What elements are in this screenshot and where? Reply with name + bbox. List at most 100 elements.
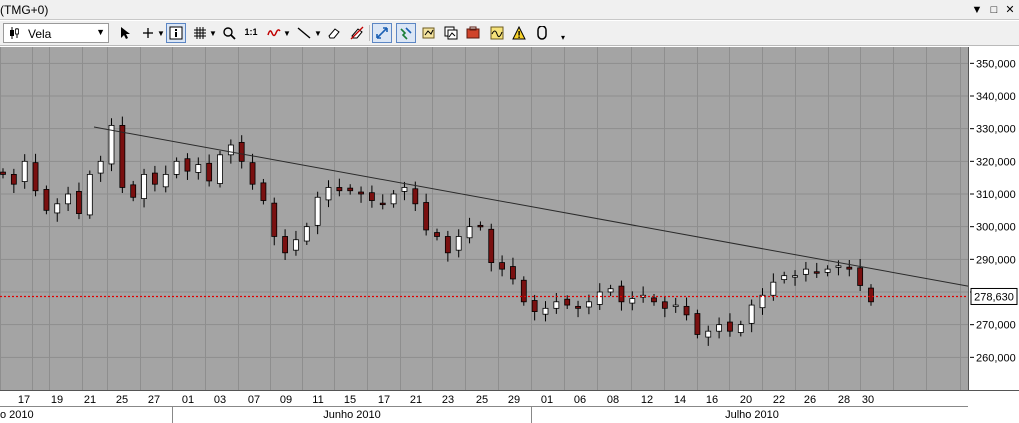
candle-down — [694, 313, 701, 335]
candle-up — [97, 160, 104, 174]
chart-toolbar: Vela ▼ ▼ ▼ 1:1 ▼ ▼ ▾ — [0, 21, 1019, 46]
alert-icon — [512, 26, 526, 40]
candle-down — [618, 285, 625, 303]
info-icon — [169, 26, 183, 40]
grid-tool-button[interactable] — [190, 23, 210, 43]
candle-up — [54, 203, 61, 214]
candle-down — [683, 305, 690, 316]
title-bar: (TMG+0) ▼ □ ✕ — [0, 0, 1019, 20]
candle-down — [651, 297, 657, 303]
candle-up — [217, 154, 223, 184]
candle-down — [184, 158, 191, 172]
zoom-icon — [223, 27, 236, 40]
x-tick-label: 14 — [674, 394, 686, 406]
y-tick-label: 270,000 — [976, 320, 1016, 332]
candle-down — [434, 232, 440, 237]
alert-button[interactable] — [509, 23, 529, 43]
candlestick-chart[interactable]: 260,000270,000280,000290,000300,000310,0… — [0, 47, 1019, 423]
candle-down — [846, 266, 853, 270]
x-tick-label: 22 — [773, 394, 785, 406]
candle-down — [347, 187, 354, 192]
crosshair-dropdown-icon[interactable]: ▼ — [157, 29, 165, 38]
candle-down — [151, 172, 158, 185]
plot-background — [0, 47, 968, 390]
trendline-tool-button[interactable] — [294, 23, 314, 43]
candle-up — [770, 281, 777, 296]
magnet-button[interactable] — [396, 23, 416, 43]
candle-down — [379, 202, 386, 206]
trendline-dropdown-icon[interactable]: ▼ — [314, 29, 322, 38]
close-button[interactable]: ✕ — [1002, 2, 1018, 18]
indicator-tool-button[interactable] — [264, 23, 284, 43]
candle-down — [499, 262, 506, 270]
candle-up — [748, 304, 755, 324]
x-tick-label: 25 — [116, 394, 128, 406]
crosshair-icon — [143, 28, 153, 38]
template-button[interactable] — [419, 23, 439, 43]
candle-down — [271, 202, 278, 237]
x-tick-label: 29 — [508, 394, 520, 406]
candle-up — [672, 304, 679, 307]
x-tick-label: 08 — [607, 394, 619, 406]
x-tick-label: 01 — [182, 394, 194, 406]
candle-up — [803, 268, 809, 275]
candle-down — [488, 228, 495, 263]
candle-down — [76, 190, 82, 215]
candle-down — [43, 189, 50, 211]
candle-up — [390, 193, 397, 205]
candle-up — [303, 226, 310, 242]
month-label: o 2010 — [0, 409, 34, 421]
candle-up — [586, 301, 592, 308]
candle-up — [173, 160, 180, 175]
candle-down — [575, 305, 581, 309]
info-tool-button[interactable] — [166, 23, 186, 43]
candle-down — [206, 162, 213, 182]
x-tick-label: 30 — [862, 394, 874, 406]
candle-down — [260, 182, 267, 201]
toolbar-separator — [369, 25, 370, 41]
chart-window: (TMG+0) ▼ □ ✕ Vela ▼ ▼ ▼ 1:1 ▼ ▼ ▾ 260,0… — [0, 0, 1019, 423]
studies-icon — [490, 26, 504, 40]
chart-type-value: Vela — [28, 27, 52, 41]
current-price-label: 278,630 — [974, 291, 1014, 303]
zoom-tool-button[interactable] — [219, 23, 239, 43]
more-icon[interactable]: ▾ — [561, 33, 565, 42]
y-tick-label: 320,000 — [976, 156, 1016, 168]
restore-button[interactable]: □ — [986, 2, 1002, 18]
x-tick-label: 26 — [804, 394, 816, 406]
autoscale-button[interactable] — [372, 23, 392, 43]
portfolio-button[interactable] — [463, 23, 483, 43]
candle-down — [0, 171, 6, 175]
grid-dropdown-icon[interactable]: ▼ — [209, 29, 217, 38]
indicator-dropdown-icon[interactable]: ▼ — [283, 29, 291, 38]
x-tick-label: 20 — [740, 394, 752, 406]
candle-up — [314, 196, 321, 226]
x-tick-label: 01 — [541, 394, 553, 406]
y-tick-label: 300,000 — [976, 222, 1016, 234]
chart-area: 260,000270,000280,000290,000300,000310,0… — [0, 47, 1019, 423]
eraser-tool-button[interactable] — [324, 23, 344, 43]
studies-button[interactable] — [487, 23, 507, 43]
chart-type-select[interactable]: Vela ▼ — [3, 23, 109, 43]
erase-all-button[interactable] — [347, 23, 367, 43]
one-to-one-button[interactable]: 1:1 — [241, 23, 261, 43]
template-icon — [422, 27, 435, 39]
crosshair-tool-button[interactable] — [138, 23, 158, 43]
candle-down — [857, 267, 864, 286]
window-menu-button[interactable]: ▼ — [969, 2, 985, 18]
candle-up — [716, 324, 722, 332]
x-tick-label: 17 — [18, 394, 30, 406]
candle-down — [868, 287, 874, 303]
candle-down — [119, 125, 126, 188]
grid-icon — [194, 27, 206, 39]
one-to-one-icon: 1:1 — [244, 27, 258, 37]
x-tick-label: 12 — [641, 394, 653, 406]
x-tick-label: 19 — [51, 394, 63, 406]
candle-up — [293, 239, 299, 251]
select-tool-button[interactable] — [115, 23, 135, 43]
compare-button[interactable] — [441, 23, 461, 43]
candle-up — [553, 301, 560, 309]
candle-up — [86, 174, 93, 216]
lock-button[interactable] — [532, 23, 552, 43]
candle-up — [542, 307, 549, 315]
